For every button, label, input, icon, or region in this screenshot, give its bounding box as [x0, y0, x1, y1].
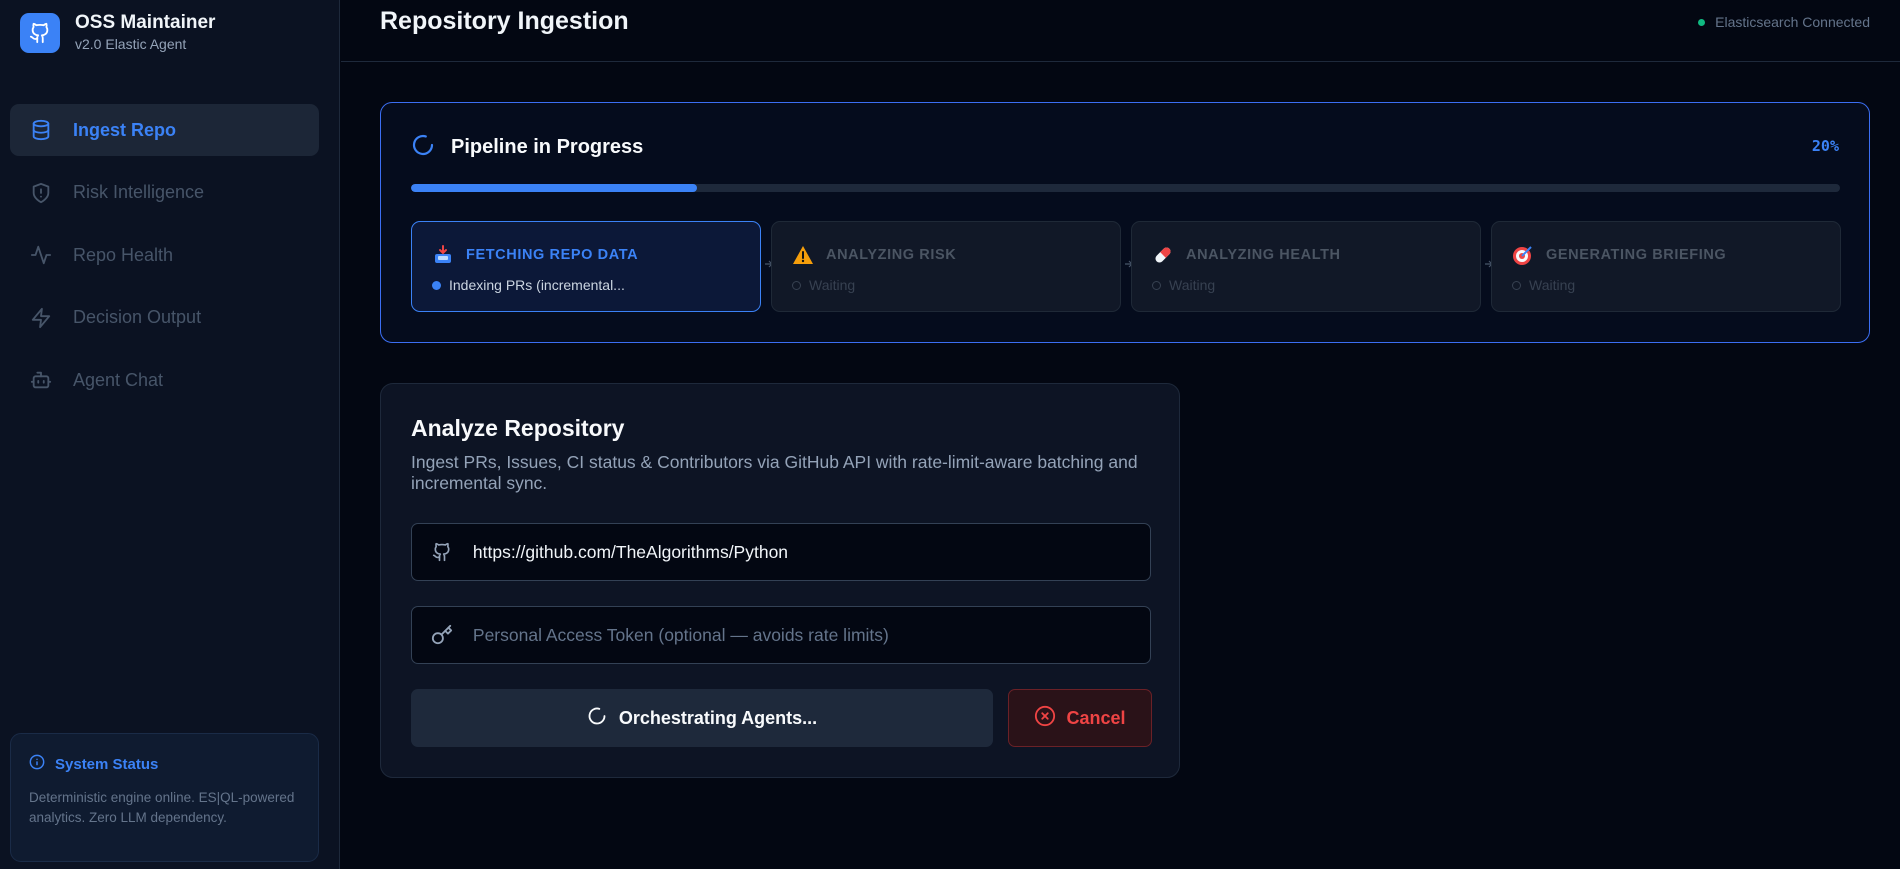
database-icon [29, 118, 53, 142]
step-title: ANALYZING HEALTH [1186, 247, 1341, 263]
app-title: OSS Maintainer [75, 12, 216, 33]
pending-dot-icon [792, 280, 801, 290]
analyze-repository-card: Analyze Repository Ingest PRs, Issues, C… [380, 383, 1180, 778]
zap-icon [29, 306, 53, 330]
sidebar-item-ingest-repo[interactable]: Ingest Repo [10, 104, 319, 156]
token-input[interactable] [472, 624, 1150, 646]
spinner-icon [587, 706, 607, 731]
pending-dot-icon [1152, 280, 1161, 290]
step-analyzing-risk: ANALYZING RISK Waiting [771, 221, 1121, 312]
info-icon [29, 754, 45, 774]
pending-dot-icon [1512, 280, 1521, 290]
activity-icon [29, 243, 53, 267]
sidebar-item-label: Agent Chat [73, 369, 164, 390]
sidebar-item-label: Ingest Repo [73, 119, 177, 140]
x-circle-icon [1034, 705, 1056, 732]
spinner-icon [411, 133, 435, 162]
step-title: GENERATING BRIEFING [1546, 247, 1727, 263]
pipeline-card: Pipeline in Progress 20% FETCHING REPO D… [380, 102, 1870, 343]
step-fetching-repo-data: FETCHING REPO DATA Indexing PRs (increme… [411, 221, 761, 312]
system-status-title: System Status [55, 755, 159, 773]
sidebar-item-risk-intelligence[interactable]: Risk Intelligence [10, 167, 319, 219]
app-version: v2.0 Elastic Agent [75, 36, 187, 52]
step-generating-briefing: GENERATING BRIEFING Waiting [1491, 221, 1841, 312]
warning-icon [792, 244, 814, 266]
sidebar: OSS Maintainer v2.0 Elastic Agent Ingest… [0, 0, 340, 869]
token-field[interactable] [411, 606, 1151, 664]
connection-label: Elasticsearch Connected [1715, 14, 1870, 30]
step-status: Waiting [809, 277, 856, 293]
progress-fill [411, 184, 697, 192]
system-status-card: System Status Deterministic engine onlin… [10, 733, 319, 862]
sidebar-item-label: Risk Intelligence [73, 182, 205, 202]
step-title: FETCHING REPO DATA [466, 247, 639, 263]
sidebar-item-agent-chat[interactable]: Agent Chat [10, 354, 319, 406]
pipeline-steps: FETCHING REPO DATA Indexing PRs (increme… [411, 221, 1841, 312]
sidebar-nav: Ingest Repo Risk Intelligence Repo Healt… [10, 104, 319, 417]
page-title: Repository Ingestion [380, 7, 629, 35]
target-icon [1512, 244, 1534, 266]
analyze-title: Analyze Repository [411, 415, 625, 441]
repo-url-field[interactable] [411, 523, 1151, 581]
orchestrate-label: Orchestrating Agents... [618, 707, 818, 728]
step-title: ANALYZING RISK [826, 247, 957, 263]
step-status: Indexing PRs (incremental... [449, 277, 625, 293]
status-dot-icon [1698, 18, 1706, 26]
github-icon [430, 540, 454, 564]
repo-url-input[interactable] [472, 541, 1150, 563]
cancel-button[interactable]: Cancel [1008, 689, 1152, 747]
active-dot-icon [432, 280, 441, 290]
header: Repository Ingestion Elasticsearch Conne… [341, 0, 1900, 62]
cancel-label: Cancel [1066, 707, 1126, 728]
progress-percent: 20% [1811, 137, 1839, 155]
bot-icon [29, 368, 53, 392]
sidebar-item-repo-health[interactable]: Repo Health [10, 229, 319, 281]
system-status-text: Deterministic engine online. ES|QL-power… [29, 790, 295, 825]
connection-status: Elasticsearch Connected [1698, 14, 1870, 30]
step-status: Waiting [1529, 277, 1576, 293]
pill-icon [1152, 244, 1174, 266]
brand: OSS Maintainer v2.0 Elastic Agent [20, 12, 215, 54]
key-icon [430, 623, 454, 647]
sidebar-item-label: Decision Output [73, 307, 202, 327]
analyze-description: Ingest PRs, Issues, CI status & Contribu… [411, 452, 1138, 493]
pipeline-title: Pipeline in Progress [451, 136, 644, 158]
sidebar-item-label: Repo Health [73, 244, 174, 265]
github-icon [20, 13, 60, 53]
orchestrate-button[interactable]: Orchestrating Agents... [411, 689, 993, 747]
progress-bar [411, 184, 1840, 192]
shield-icon [29, 181, 53, 205]
step-status: Waiting [1169, 277, 1216, 293]
sidebar-item-decision-output[interactable]: Decision Output [10, 292, 319, 344]
step-analyzing-health: ANALYZING HEALTH Waiting [1131, 221, 1481, 312]
inbox-tray-icon [432, 244, 454, 266]
